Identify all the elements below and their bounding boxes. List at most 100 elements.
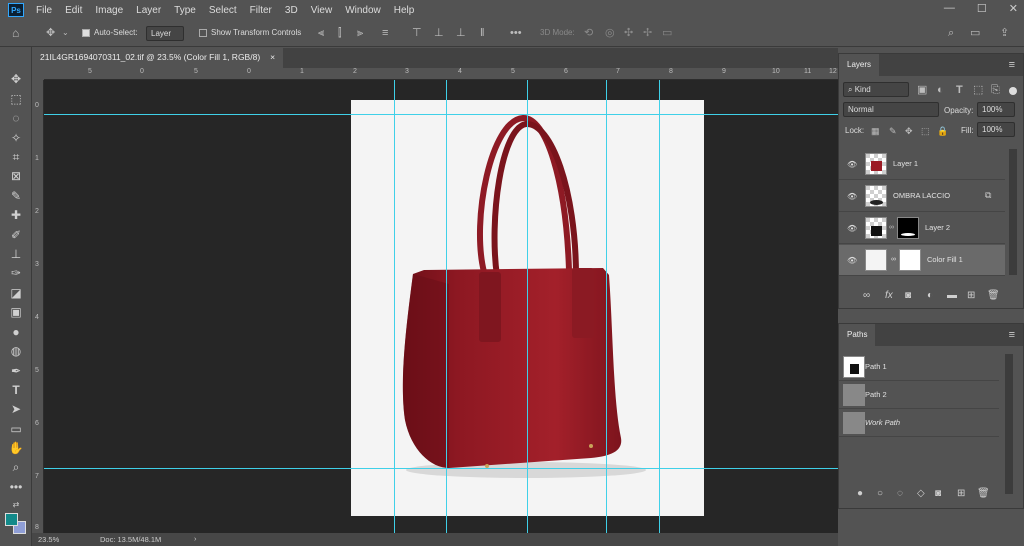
close-tab-icon[interactable]: ×: [270, 52, 275, 64]
layers-scrollbar[interactable]: [1009, 149, 1017, 275]
home-icon[interactable]: ⌂: [12, 27, 19, 39]
paths-tab[interactable]: Paths: [839, 324, 876, 346]
zoom-level[interactable]: 23.5%: [38, 535, 59, 544]
lock-transparent-icon[interactable]: ▦: [871, 125, 880, 137]
visibility-eye-icon[interactable]: 👁: [847, 256, 857, 265]
layer-style-icon[interactable]: fx: [885, 290, 893, 301]
layer-name[interactable]: OMBRA LACCIO: [893, 191, 950, 200]
layer-name[interactable]: Layer 1: [893, 159, 918, 168]
add-mask-icon[interactable]: ◙: [905, 290, 911, 301]
menu-image[interactable]: Image: [89, 5, 130, 16]
share-icon[interactable]: ⇪: [1000, 27, 1009, 39]
guide-line[interactable]: [527, 80, 528, 533]
workspace-icon[interactable]: ▭: [970, 27, 980, 39]
close-button[interactable]: ✕: [1009, 2, 1018, 15]
layer-name[interactable]: Layer 2: [925, 223, 950, 232]
guide-line[interactable]: [394, 80, 395, 533]
layers-tab[interactable]: Layers: [839, 54, 880, 76]
zoom-tool-icon[interactable]: ⌕: [7, 459, 25, 475]
align-middle-icon[interactable]: ⊥: [434, 27, 444, 39]
scale-3d-icon[interactable]: ▭: [662, 27, 672, 39]
path-row[interactable]: Work Path: [839, 410, 999, 437]
brush-tool-icon[interactable]: ✐: [7, 227, 25, 243]
transform-controls-checkbox[interactable]: Show Transform Controls: [199, 28, 301, 37]
status-menu-arrow[interactable]: ›: [194, 534, 197, 543]
move-tool-icon[interactable]: ✥: [46, 27, 55, 39]
minimize-button[interactable]: —: [944, 2, 955, 15]
path-row[interactable]: Path 2: [839, 382, 999, 409]
adjustment-layer-icon[interactable]: ◐: [927, 290, 933, 301]
blend-mode-dropdown[interactable]: Normal: [843, 102, 939, 117]
load-selection-icon[interactable]: ◌: [897, 488, 903, 499]
roll-3d-icon[interactable]: ◎: [605, 27, 615, 39]
blur-tool-icon[interactable]: ●: [7, 324, 25, 340]
guide-line[interactable]: [446, 80, 447, 533]
make-work-path-icon[interactable]: ◇: [917, 488, 925, 499]
eraser-tool-icon[interactable]: ◪: [7, 285, 25, 301]
slide-3d-icon[interactable]: ✢: [643, 27, 652, 39]
guide-line[interactable]: [606, 80, 607, 533]
menu-help[interactable]: Help: [388, 5, 422, 16]
layer-name[interactable]: Color Fill 1: [927, 255, 963, 264]
crop-tool-icon[interactable]: ⌗: [7, 149, 25, 165]
distribute-icon[interactable]: ≡: [382, 27, 388, 39]
layer-row[interactable]: 👁 OMBRA LACCIO ⧉: [839, 181, 1005, 212]
visibility-eye-icon[interactable]: 👁: [847, 224, 857, 233]
orbit-3d-icon[interactable]: ⟲: [584, 27, 593, 39]
layer-filter-kind[interactable]: ⌕ Kind: [843, 82, 909, 97]
edit-toolbar-icon[interactable]: •••: [7, 479, 25, 495]
align-top-icon[interactable]: ⊤: [412, 27, 422, 39]
dodge-tool-icon[interactable]: ◍: [7, 343, 25, 359]
new-path-icon[interactable]: ⊞: [957, 488, 965, 499]
menu-3d[interactable]: 3D: [279, 5, 305, 16]
visibility-eye-icon[interactable]: 👁: [847, 192, 857, 201]
guide-line[interactable]: [659, 80, 660, 533]
lasso-tool-icon[interactable]: ◌: [7, 110, 25, 126]
layer-row[interactable]: 👁 Layer 1: [839, 149, 1005, 180]
filter-shape-icon[interactable]: ⬚: [973, 84, 983, 96]
lock-artboard-icon[interactable]: ⬚: [921, 125, 930, 137]
path-name[interactable]: Path 1: [865, 362, 887, 371]
align-right-icon[interactable]: ⫸: [357, 27, 363, 39]
history-brush-icon[interactable]: ✑: [7, 265, 25, 281]
canvas-area[interactable]: [44, 80, 838, 533]
link-icon[interactable]: ∞: [891, 256, 896, 263]
menu-layer[interactable]: Layer: [130, 5, 168, 16]
link-icon[interactable]: ∞: [889, 224, 894, 231]
rectangle-tool-icon[interactable]: ▭: [7, 421, 25, 437]
delete-path-icon[interactable]: 🗑: [977, 488, 990, 499]
hand-tool-icon[interactable]: ✋: [7, 440, 25, 456]
layer-mask-thumbnail[interactable]: [899, 249, 921, 271]
menu-edit[interactable]: Edit: [59, 5, 89, 16]
opacity-field[interactable]: 100%: [977, 102, 1015, 117]
clone-stamp-icon[interactable]: ⊥: [7, 246, 25, 262]
auto-select-dropdown[interactable]: Layer: [146, 26, 184, 41]
link-layers-icon[interactable]: ∞: [863, 290, 870, 301]
magic-wand-icon[interactable]: ✧: [7, 130, 25, 146]
filter-type-icon[interactable]: T: [956, 84, 963, 96]
stroke-path-icon[interactable]: ○: [877, 488, 883, 499]
menu-window[interactable]: Window: [339, 5, 388, 16]
layer-row[interactable]: 👁 ∞ Layer 2: [839, 213, 1005, 244]
filter-smart-object-icon[interactable]: ⎘: [991, 84, 1000, 96]
foreground-color-swatch[interactable]: [5, 513, 18, 526]
swap-colors-icon[interactable]: ⇄: [7, 497, 25, 513]
document-tab[interactable]: 21IL4GR1694070311_02.tif @ 23.5% (Color …: [32, 48, 284, 68]
menu-select[interactable]: Select: [203, 5, 244, 16]
lock-pixels-icon[interactable]: ✎: [889, 125, 897, 137]
panel-menu-icon[interactable]: ≡: [1009, 329, 1015, 341]
filter-toggle[interactable]: [1009, 87, 1017, 95]
menu-file[interactable]: File: [30, 5, 59, 16]
frame-tool-icon[interactable]: ⊠: [7, 168, 25, 184]
menu-filter[interactable]: Filter: [244, 5, 279, 16]
maximize-button[interactable]: ☐: [977, 2, 987, 15]
guide-line[interactable]: [44, 468, 838, 469]
path-selection-icon[interactable]: ➤: [7, 401, 25, 417]
filter-pixel-icon[interactable]: ▣: [917, 84, 927, 96]
align-left-icon[interactable]: ⫷: [318, 27, 324, 39]
align-center-icon[interactable]: ⫿: [338, 27, 342, 39]
paths-scrollbar[interactable]: [1005, 354, 1013, 494]
auto-select-checkbox[interactable]: Auto-Select:: [82, 28, 138, 37]
healing-brush-icon[interactable]: ✚: [7, 207, 25, 223]
filter-adjustment-icon[interactable]: ◐: [937, 84, 944, 96]
